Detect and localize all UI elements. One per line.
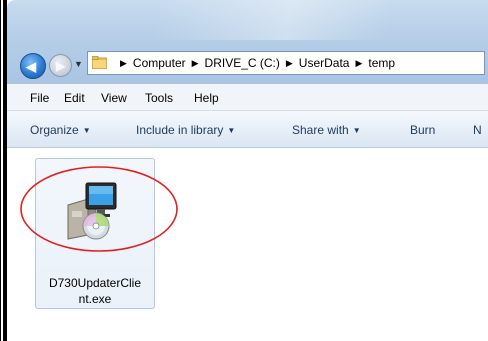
new-folder-button-truncated[interactable]: N (473, 123, 482, 137)
share-with-label: Share with (292, 123, 349, 137)
menu-tools[interactable]: Tools (145, 91, 173, 105)
chevron-down-icon: ▼ (82, 126, 91, 135)
share-with-button[interactable]: Share with ▼ (292, 123, 361, 137)
installer-exe-icon (67, 182, 117, 240)
menu-bar: File Edit View Tools Help (7, 84, 488, 111)
forward-button[interactable]: ▶ (49, 54, 72, 77)
breadcrumb: ▶ Computer ▶ DRIVE_C (C:) ▶ UserData ▶ temp (114, 56, 395, 70)
folder-icon (92, 56, 107, 69)
menu-help[interactable]: Help (194, 91, 219, 105)
menu-view[interactable]: View (101, 91, 127, 105)
navigation-row: ◀ ▶ ▼ ▶ Computer ▶ DRIVE_C (C:) ▶ UserData ▶ te… (7, 46, 488, 79)
address-bar[interactable]: ▶ Computer ▶ DRIVE_C (C:) ▶ UserData ▶ temp (87, 51, 485, 75)
back-arrow-icon: ◀ (26, 59, 36, 74)
window-frame-edge (0, 0, 7, 341)
breadcrumb-item-temp[interactable]: temp (368, 56, 395, 70)
explorer-window: ◀ ▶ ▼ ▶ Computer ▶ DRIVE_C (C:) ▶ UserData ▶ te… (7, 0, 488, 341)
command-bar: Organize ▼ Include in library ▼ Share with… (7, 111, 488, 148)
breadcrumb-item-userdata[interactable]: UserData (299, 56, 350, 70)
organize-button[interactable]: Organize ▼ (30, 123, 91, 137)
menu-edit[interactable]: Edit (64, 91, 85, 105)
breadcrumb-separator-icon[interactable]: ▶ (355, 58, 362, 69)
file-name-line-1: D730UpdaterClie (48, 276, 142, 290)
breadcrumb-separator-icon[interactable]: ▶ (286, 58, 293, 69)
file-list-pane[interactable]: D730UpdaterClie nt.exe (7, 148, 488, 341)
chevron-down-icon: ▼ (227, 126, 236, 135)
include-in-library-label: Include in library (136, 123, 224, 137)
breadcrumb-item-drive[interactable]: DRIVE_C (C:) (205, 56, 280, 70)
forward-arrow-icon: ▶ (56, 59, 66, 73)
breadcrumb-separator-icon[interactable]: ▶ (120, 58, 127, 69)
breadcrumb-item-computer[interactable]: Computer (133, 56, 186, 70)
recent-pages-chevron-down-icon[interactable]: ▼ (74, 59, 84, 69)
burn-button[interactable]: Burn (410, 123, 435, 137)
file-item[interactable]: D730UpdaterClie nt.exe (35, 158, 155, 309)
title-bar: ◀ ▶ ▼ ▶ Computer ▶ DRIVE_C (C:) ▶ UserData ▶ te… (7, 0, 488, 84)
file-name-line-2: nt.exe (78, 292, 112, 306)
file-name-label: D730UpdaterClie nt.exe (38, 275, 152, 307)
organize-label: Organize (30, 123, 79, 137)
menu-file[interactable]: File (30, 91, 49, 105)
back-button[interactable]: ◀ (20, 53, 46, 79)
include-in-library-button[interactable]: Include in library ▼ (136, 123, 235, 137)
chevron-down-icon: ▼ (352, 126, 361, 135)
breadcrumb-separator-icon[interactable]: ▶ (192, 58, 199, 69)
